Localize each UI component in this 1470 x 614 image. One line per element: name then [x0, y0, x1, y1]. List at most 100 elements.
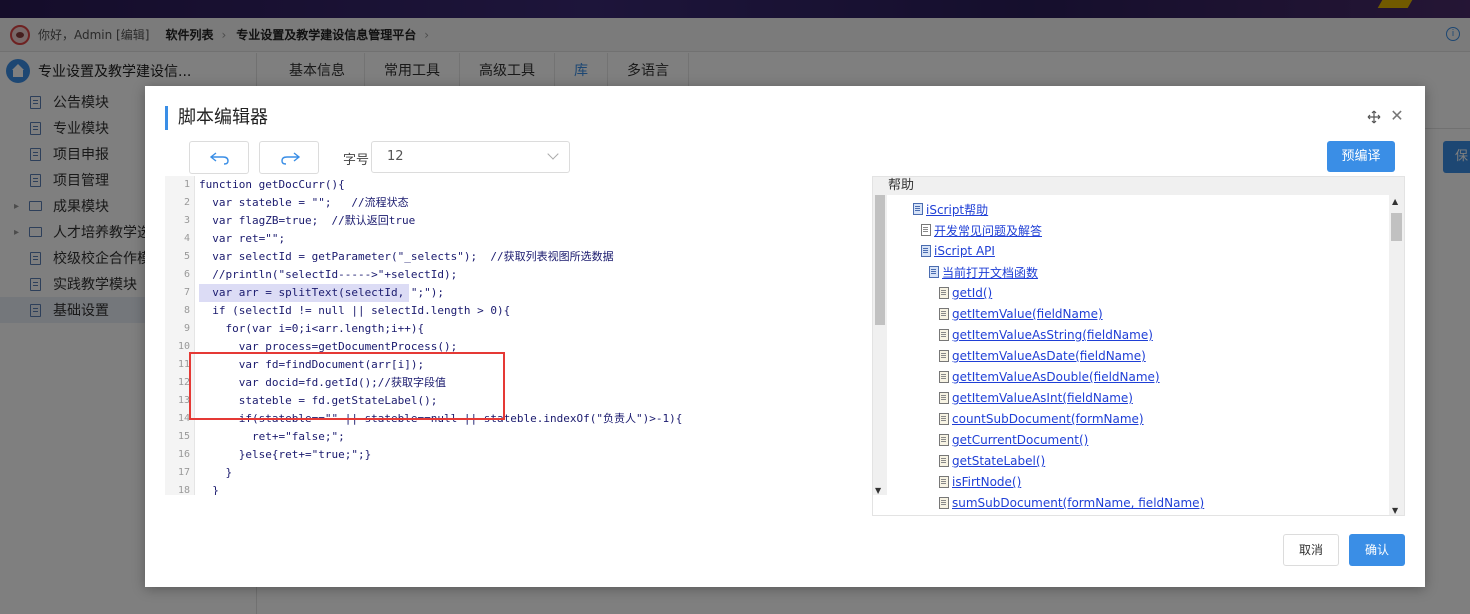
code-text[interactable]: var ret="";	[199, 230, 285, 248]
code-text[interactable]: var selectId = getParameter("_selects");…	[199, 248, 613, 266]
line-number: 12	[177, 377, 190, 388]
code-line[interactable]: 8 if (selectId != null || selectId.lengt…	[165, 302, 871, 320]
code-text[interactable]: ret+="false;";	[199, 428, 345, 446]
help-link[interactable]: getCurrentDocument()	[952, 433, 1088, 447]
code-line[interactable]: 15 ret+="false;";	[165, 428, 871, 446]
line-number: 2	[183, 197, 190, 208]
code-line[interactable]: 5 var selectId = getParameter("_selects"…	[165, 248, 871, 266]
document-icon	[939, 329, 949, 341]
help-link[interactable]: getId()	[952, 286, 992, 300]
line-number: 8	[183, 305, 190, 316]
code-text[interactable]: }else{ret+="true;";}	[199, 446, 371, 464]
code-line[interactable]: 16 }else{ret+="true;";}	[165, 446, 871, 464]
line-number: 15	[177, 431, 190, 442]
document-icon	[939, 392, 949, 404]
code-line[interactable]: 4 var ret="";	[165, 230, 871, 248]
help-link[interactable]: getItemValueAsDate(fieldName)	[952, 349, 1146, 363]
code-line[interactable]: 7 var arr = splitText(selectId, ";");	[165, 284, 871, 302]
code-line[interactable]: 1 function getDocCurr(){	[165, 176, 871, 194]
line-number: 11	[177, 359, 190, 370]
code-line[interactable]: 2 var stateble = ""; //流程状态	[165, 194, 871, 212]
redo-button[interactable]	[259, 141, 319, 174]
code-text[interactable]: if (selectId != null || selectId.length …	[199, 302, 510, 320]
help-link[interactable]: iScript帮助	[926, 201, 988, 218]
help-tree-item[interactable]: getId()	[939, 283, 992, 303]
document-icon	[939, 476, 949, 488]
close-icon[interactable]: ✕	[1389, 108, 1405, 124]
move-icon[interactable]	[1367, 110, 1381, 124]
help-link[interactable]: getItemValueAsString(fieldName)	[952, 328, 1153, 342]
line-number: 16	[177, 449, 190, 460]
help-tree-item[interactable]: getStateLabel()	[939, 451, 1045, 471]
help-panel: 帮助 ▼ iScript帮助开发常见问题及解答 iScript API 当前打开文档…	[872, 176, 1405, 516]
help-link[interactable]: isFirtNode()	[952, 475, 1021, 489]
help-right-scrollbar[interactable]: ▲ ▼	[1389, 195, 1404, 515]
scroll-up-icon[interactable]: ▲	[1392, 197, 1398, 206]
line-number: 3	[183, 215, 190, 226]
dialog-title: 脚本编辑器	[165, 106, 268, 130]
help-tree-item[interactable]: 开发常见问题及解答	[921, 220, 1042, 240]
help-title: 帮助	[873, 177, 1404, 195]
code-text[interactable]: }	[199, 482, 219, 495]
code-line[interactable]: 18 }	[165, 482, 871, 495]
document-icon	[939, 413, 949, 425]
line-number: 4	[183, 233, 190, 244]
help-tree-item[interactable]: isFirtNode()	[939, 472, 1021, 492]
help-tree-item[interactable]: 当前打开文档函数	[929, 262, 1038, 282]
help-link[interactable]: sumSubDocument(formName, fieldName)	[952, 496, 1204, 510]
help-tree-item[interactable]: getItemValueAsInt(fieldName)	[939, 388, 1133, 408]
document-icon	[939, 371, 949, 383]
code-line[interactable]: 3 var flagZB=true; //默认返回true	[165, 212, 871, 230]
help-link[interactable]: countSubDocument(formName)	[952, 412, 1144, 426]
help-tree-item[interactable]: getItemValue(fieldName)	[939, 304, 1103, 324]
scroll-down-icon[interactable]: ▼	[1392, 506, 1398, 515]
help-link[interactable]: getStateLabel()	[952, 454, 1045, 468]
document-icon	[939, 350, 949, 362]
help-tree-item[interactable]: getItemValueAsString(fieldName)	[939, 325, 1153, 345]
help-tree-item[interactable]: sumSubDocument(formName, fieldName)	[939, 493, 1204, 513]
help-link[interactable]: 当前打开文档函数	[942, 264, 1038, 281]
scroll-down-icon[interactable]: ▼	[875, 486, 881, 495]
help-tree-item[interactable]: getItemValueAsDouble(fieldName)	[939, 367, 1160, 387]
help-tree-item[interactable]: getItemValueAsDate(fieldName)	[939, 346, 1146, 366]
help-left-scrollbar[interactable]: ▼	[873, 195, 887, 495]
scrollbar-thumb[interactable]	[1391, 213, 1402, 241]
help-link[interactable]: iScript API	[934, 244, 995, 258]
code-line[interactable]: 17 }	[165, 464, 871, 482]
help-link[interactable]: 开发常见问题及解答	[934, 222, 1042, 239]
font-size-value: 12	[387, 149, 404, 164]
precompile-button[interactable]: 预编译	[1327, 141, 1395, 172]
code-text[interactable]: for(var i=0;i<arr.length;i++){	[199, 320, 424, 338]
help-link[interactable]: getItemValue(fieldName)	[952, 307, 1103, 321]
highlight-annotation-box	[189, 352, 505, 420]
help-tree-item[interactable]: getCurrentDocument()	[939, 430, 1088, 450]
code-text[interactable]: //println("selectId----->"+selectId);	[199, 266, 457, 284]
book-icon	[929, 266, 939, 278]
code-text[interactable]: var arr = splitText(selectId, ";");	[199, 284, 445, 302]
help-tree-item[interactable]: iScript API	[921, 241, 995, 261]
confirm-button[interactable]: 确认	[1349, 534, 1405, 566]
cancel-button[interactable]: 取消	[1283, 534, 1339, 566]
code-line[interactable]: 6 //println("selectId----->"+selectId);	[165, 266, 871, 284]
code-line[interactable]: 9 for(var i=0;i<arr.length;i++){	[165, 320, 871, 338]
help-tree-item[interactable]: countSubDocument(formName)	[939, 409, 1144, 429]
help-tree-item[interactable]: iScript帮助	[913, 199, 988, 219]
code-text[interactable]: var stateble = ""; //流程状态	[199, 194, 408, 212]
code-text[interactable]: var flagZB=true; //默认返回true	[199, 212, 415, 230]
document-icon	[939, 287, 949, 299]
code-editor[interactable]: 1 function getDocCurr(){2 var stateble = …	[165, 176, 871, 495]
line-number: 6	[183, 269, 190, 280]
font-size-select[interactable]: 12	[371, 141, 570, 173]
book-icon	[913, 203, 923, 215]
code-text[interactable]: }	[199, 464, 232, 482]
code-text[interactable]: function getDocCurr(){	[199, 176, 345, 194]
scrollbar-thumb[interactable]	[875, 195, 885, 325]
help-link[interactable]: getItemValueAsDouble(fieldName)	[952, 370, 1160, 384]
line-number: 18	[177, 485, 190, 495]
document-icon	[939, 497, 949, 509]
line-number: 17	[177, 467, 190, 478]
undo-button[interactable]	[189, 141, 249, 174]
help-link[interactable]: getItemValueAsInt(fieldName)	[952, 391, 1133, 405]
line-number: 10	[177, 341, 190, 352]
document-icon	[921, 224, 931, 236]
